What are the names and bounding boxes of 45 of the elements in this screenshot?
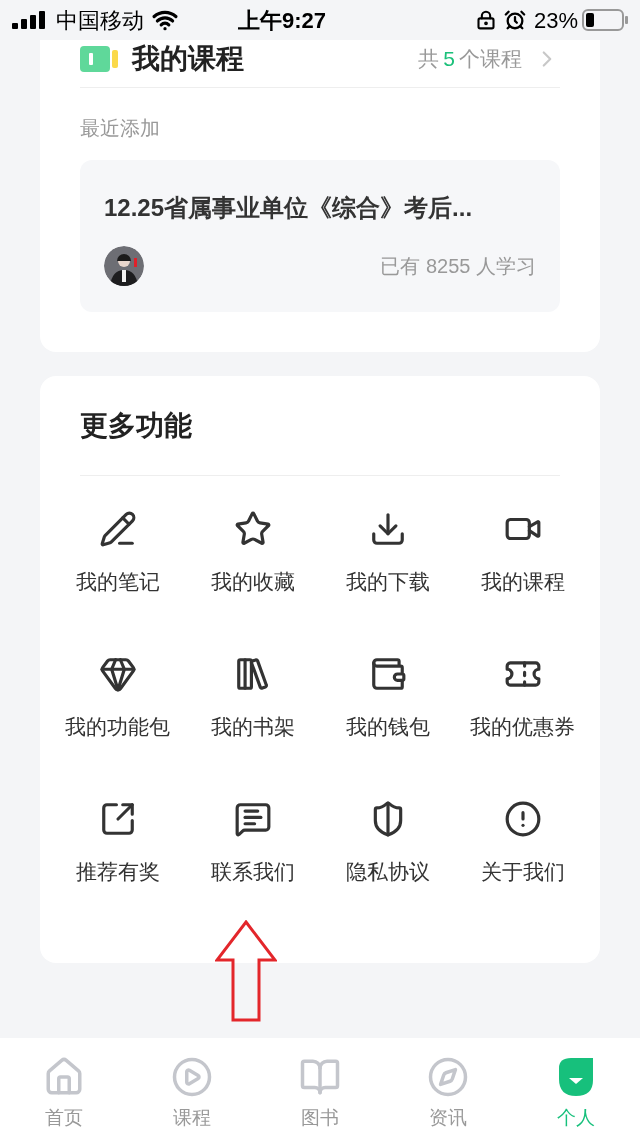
play-icon xyxy=(171,1056,213,1098)
feature-label: 我的钱包 xyxy=(345,714,430,740)
feature-item[interactable]: 我的钱包 xyxy=(320,643,455,788)
learner-count: 已有 8255 人学习 xyxy=(380,254,536,279)
feature-label: 联系我们 xyxy=(210,859,295,885)
alarm-icon xyxy=(503,9,526,31)
section-label: 最近添加 xyxy=(80,116,160,141)
feature-label: 我的下载 xyxy=(345,569,430,595)
message-icon xyxy=(233,800,272,838)
feature-item[interactable]: 关于我们 xyxy=(455,788,590,933)
compass-icon xyxy=(427,1056,469,1098)
feature-item[interactable]: 我的收藏 xyxy=(185,498,320,643)
feature-label: 隐私协议 xyxy=(345,859,430,885)
feature-item[interactable]: 我的笔记 xyxy=(50,498,185,643)
signal-icon xyxy=(12,11,48,29)
carrier-name: 中国移动 xyxy=(56,6,144,35)
section-title: 我的课程 xyxy=(132,41,244,76)
course-card[interactable]: 12.25省属事业单位《综合》考后... 已有 8255 人学习 xyxy=(80,160,560,312)
pencil-icon xyxy=(98,510,137,548)
feature-item[interactable]: 我的功能包 xyxy=(50,643,185,788)
feature-item[interactable]: 我的下载 xyxy=(320,498,455,643)
feature-label: 推荐有奖 xyxy=(75,859,160,885)
video-logo-icon xyxy=(80,45,120,72)
feature-item[interactable]: 我的书架 xyxy=(185,643,320,788)
feature-item[interactable]: 隐私协议 xyxy=(320,788,455,933)
home-icon xyxy=(43,1056,85,1098)
feature-label: 我的收藏 xyxy=(210,569,295,595)
alert-icon xyxy=(503,800,542,838)
feature-label: 关于我们 xyxy=(480,859,565,885)
feature-label: 我的书架 xyxy=(210,714,295,740)
feature-item[interactable]: 联系我们 xyxy=(185,788,320,933)
feature-label: 我的优惠券 xyxy=(470,714,575,740)
star-icon xyxy=(233,510,272,548)
feature-label: 我的笔记 xyxy=(75,569,160,595)
feature-item[interactable]: 我的课程 xyxy=(455,498,590,643)
feature-item[interactable]: 我的优惠券 xyxy=(455,643,590,788)
battery-percent: 23% xyxy=(533,6,578,35)
gem-icon xyxy=(98,655,137,693)
section-title: 更多功能 xyxy=(80,408,192,443)
feature-label: 我的课程 xyxy=(480,569,565,595)
course-title: 12.25省属事业单位《综合》考后... xyxy=(104,193,474,223)
feature-label: 我的功能包 xyxy=(65,714,170,740)
clock-time: 上午9:27 xyxy=(238,6,327,35)
feature-item[interactable]: 推荐有奖 xyxy=(50,788,185,933)
battery-icon xyxy=(582,9,628,31)
